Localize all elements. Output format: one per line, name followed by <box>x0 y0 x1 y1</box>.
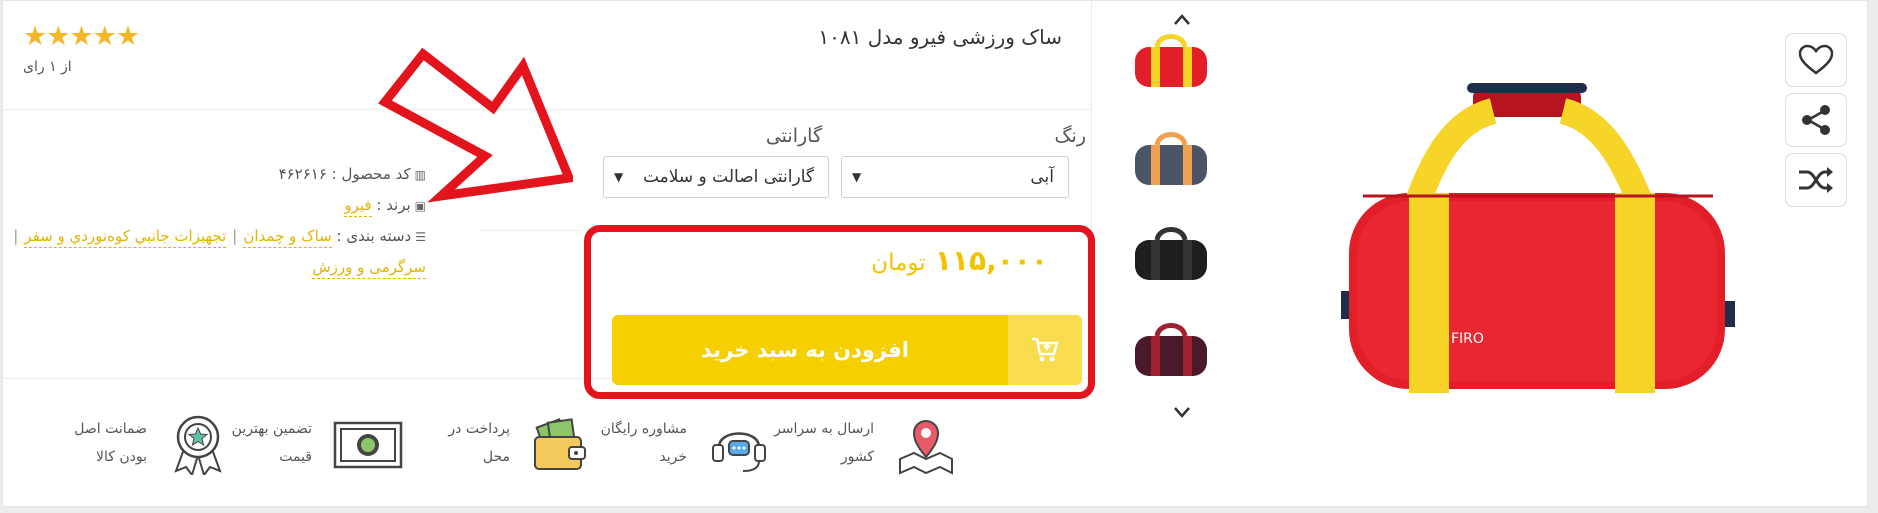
barcode-icon: ▥ <box>414 168 426 182</box>
color-label: رنگ <box>1054 125 1086 147</box>
feature-authenticity-text: ضمانت اصل بودن کالا <box>74 421 147 465</box>
category-row-continued: سرگرمی و ورزش <box>312 258 426 279</box>
price-value: ۱۱۵,۰۰۰ <box>934 244 1048 277</box>
rating-count: از ۱ رای <box>23 59 72 75</box>
id-card-icon: ▣ <box>414 199 426 213</box>
product-title: ساک ورزشی فیرو مدل ۱۰۸۱ <box>818 25 1062 49</box>
thumbnail-maroon[interactable] <box>1131 307 1211 387</box>
share-icon <box>1802 105 1830 135</box>
warranty-label: گارانتی <box>765 125 822 147</box>
share-button[interactable] <box>1785 93 1847 147</box>
color-select-value: آبی <box>1030 167 1054 187</box>
thumbnail-black[interactable] <box>1131 211 1211 291</box>
cart-icon-wrap <box>1008 315 1082 385</box>
price: ۱۱۵,۰۰۰ تومان <box>871 244 1048 277</box>
category-link[interactable]: ساک و چمدان <box>243 227 332 248</box>
chevron-down-icon <box>1174 407 1190 418</box>
caret-down-icon: ▼ <box>614 170 624 184</box>
brand-link[interactable]: فیرو <box>344 196 372 217</box>
feature-price-text: تضمین بهترین قیمت <box>231 421 312 465</box>
product-panel: FIRO ساک ورزشی فیرو مدل ۱۰۸۱ ★★★★★ از ۱ … <box>2 0 1868 507</box>
product-main-image[interactable]: FIRO <box>1333 81 1743 401</box>
divider <box>481 230 581 231</box>
compare-button[interactable] <box>1785 153 1847 207</box>
category-link[interactable]: سرگرمی و ورزش <box>312 258 426 279</box>
category-row: ☰دسته بندی : ساک و چمدان|تجهيزات جانبي ک… <box>7 227 426 248</box>
color-select[interactable]: آبی ▼ <box>841 156 1069 198</box>
thumbnail-blue[interactable] <box>1131 116 1211 196</box>
warranty-select-value: گارانتی اصالت و سلامت <box>642 167 814 187</box>
wishlist-button[interactable] <box>1785 33 1847 87</box>
shuffle-icon <box>1799 167 1833 193</box>
thumbnails-down-button[interactable] <box>1173 403 1191 421</box>
map-pin-icon <box>899 420 953 475</box>
wallet-icon <box>534 418 586 470</box>
add-cart-icon <box>1032 337 1059 362</box>
banknote-icon <box>333 421 403 469</box>
feature-shipping-text: ارسال به سراسر کشور <box>774 421 874 465</box>
warranty-select[interactable]: گارانتی اصالت و سلامت ▼ <box>603 156 829 198</box>
feature-payment-text: پرداخت در محل <box>448 421 510 465</box>
award-badge-icon <box>174 415 222 475</box>
add-to-cart-label: افزودن به سبد خرید <box>701 338 909 362</box>
bag-logo-text: FIRO <box>1451 331 1484 347</box>
list-icon: ☰ <box>415 230 426 244</box>
caret-down-icon: ▼ <box>852 170 862 184</box>
add-to-cart-button[interactable]: افزودن به سبد خرید <box>612 315 1082 385</box>
price-highlight-box: ۱۱۵,۰۰۰ تومان افزودن به سبد خرید <box>584 225 1095 399</box>
headset-icon <box>712 432 766 472</box>
category-link[interactable]: تجهيزات جانبي کوه‌نوردي و سفر <box>24 227 227 248</box>
rating-stars: ★★★★★ <box>23 21 140 52</box>
brand-row: ▣برند : فیرو <box>344 196 426 217</box>
product-code: ▥کد محصول : ۴۶۲۶۱۶ <box>278 165 426 183</box>
thumbnail-red[interactable] <box>1131 18 1211 98</box>
price-currency: تومان <box>871 250 926 276</box>
heart-icon <box>1798 44 1834 75</box>
feature-consulting-text: مشاوره رایگان خرید <box>600 421 687 465</box>
